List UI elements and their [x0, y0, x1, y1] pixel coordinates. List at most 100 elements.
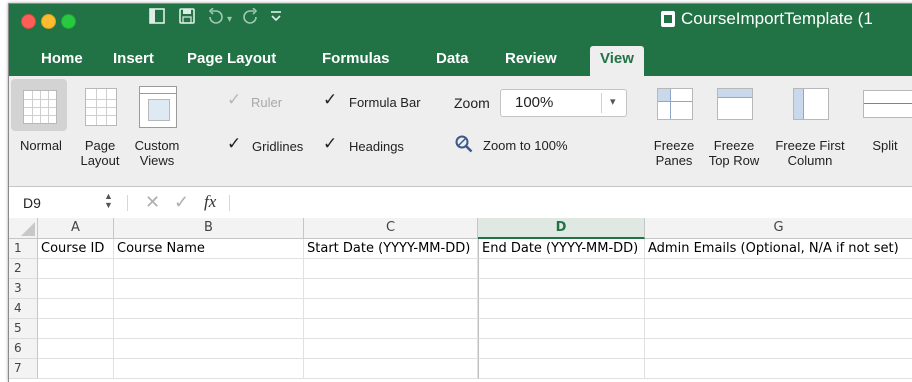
table-cell[interactable]: [38, 359, 114, 379]
page-layout-view-label-line1: Page: [84, 138, 116, 153]
minimize-window-button[interactable]: [41, 14, 56, 29]
tab-insert[interactable]: Insert: [113, 50, 154, 67]
formula-input[interactable]: [241, 191, 901, 213]
page-layout-view-label-line2: Layout: [80, 153, 120, 168]
freeze-panes-label-line2: Panes: [655, 153, 693, 168]
cancel-entry-icon[interactable]: ✕: [145, 192, 160, 213]
undo-icon[interactable]: [207, 7, 225, 29]
row-header-5[interactable]: 5: [9, 319, 38, 339]
freeze-panes-icon[interactable]: [657, 88, 693, 120]
custom-views-label-line1: Custom: [134, 138, 180, 153]
table-cell[interactable]: [304, 319, 478, 339]
name-box[interactable]: D9: [23, 195, 41, 211]
headings-checkbox[interactable]: ✓: [323, 134, 337, 154]
ruler-checkbox[interactable]: ✓: [227, 90, 241, 110]
freeze-top-row-icon[interactable]: [717, 88, 753, 120]
table-cell[interactable]: [478, 299, 645, 319]
toggle-ribbon-icon[interactable]: [149, 8, 165, 29]
cell-c1[interactable]: Start Date (YYYY-MM-DD): [304, 239, 478, 259]
zoom-label: Zoom: [454, 95, 490, 111]
table-cell[interactable]: [478, 359, 645, 379]
tab-page-layout[interactable]: Page Layout: [187, 50, 276, 67]
zoom-select[interactable]: 100% ▾: [500, 89, 627, 117]
column-header-d[interactable]: D: [478, 218, 645, 239]
zoom-to-100-button[interactable]: Zoom to 100%: [483, 138, 568, 153]
formula-bar-checkbox[interactable]: ✓: [323, 90, 337, 110]
table-cell[interactable]: [478, 339, 645, 359]
table-cell[interactable]: [304, 359, 478, 379]
table-cell[interactable]: [645, 279, 912, 299]
row-header-3[interactable]: 3: [9, 279, 38, 299]
table-cell[interactable]: [478, 319, 645, 339]
custom-views-icon[interactable]: [139, 86, 177, 128]
close-window-button[interactable]: [21, 14, 36, 29]
table-cell[interactable]: [478, 259, 645, 279]
table-cell[interactable]: [645, 299, 912, 319]
zoom-magnifier-icon[interactable]: [455, 135, 473, 158]
freeze-panes-label-line1: Freeze: [653, 138, 695, 153]
column-header-a[interactable]: A: [38, 218, 114, 239]
table-cell[interactable]: [645, 359, 912, 379]
insert-function-icon[interactable]: fx: [204, 192, 216, 212]
tab-formulas[interactable]: Formulas: [322, 50, 390, 67]
gridlines-checkbox[interactable]: ✓: [227, 134, 241, 154]
table-cell[interactable]: [304, 339, 478, 359]
table-cell[interactable]: [114, 259, 304, 279]
table-cell[interactable]: [38, 259, 114, 279]
row-header-2[interactable]: 2: [9, 259, 38, 279]
confirm-entry-icon[interactable]: ✓: [174, 192, 189, 213]
cell-g1[interactable]: Admin Emails (Optional, N/A if not set): [645, 239, 912, 259]
split-icon[interactable]: [863, 90, 912, 118]
table-cell[interactable]: [38, 279, 114, 299]
select-all-corner[interactable]: [9, 218, 38, 239]
table-cell[interactable]: [645, 319, 912, 339]
row-header-1[interactable]: 1: [9, 239, 38, 259]
table-cell[interactable]: [114, 319, 304, 339]
table-cell[interactable]: [114, 359, 304, 379]
headings-label: Headings: [349, 139, 404, 154]
column-header-c[interactable]: C: [304, 218, 478, 239]
save-icon[interactable]: [179, 8, 195, 29]
table-cell[interactable]: [114, 339, 304, 359]
undo-dropdown-icon[interactable]: ▾: [227, 14, 232, 25]
ribbon-tabs: Home Insert Page Layout Formulas Data Re…: [9, 46, 912, 76]
row-header-7[interactable]: 7: [9, 359, 38, 379]
cell-b1[interactable]: Course Name: [114, 239, 304, 259]
cell-d1[interactable]: End Date (YYYY-MM-DD): [478, 239, 645, 259]
ruler-label: Ruler: [251, 95, 283, 110]
custom-views-label-line2: Views: [139, 153, 175, 168]
redo-icon[interactable]: [241, 7, 259, 29]
table-cell[interactable]: [645, 339, 912, 359]
table-cell[interactable]: [304, 279, 478, 299]
table-cell[interactable]: [478, 279, 645, 299]
cell-a1[interactable]: Course ID: [38, 239, 114, 259]
table-cell[interactable]: [38, 319, 114, 339]
table-cell[interactable]: [114, 279, 304, 299]
table-cell[interactable]: [304, 259, 478, 279]
table-cell[interactable]: [114, 299, 304, 319]
window-title: CourseImportTemplate (1: [681, 9, 873, 28]
customize-dropdown-icon[interactable]: [269, 8, 283, 29]
tab-home[interactable]: Home: [41, 50, 83, 67]
table-cell[interactable]: [38, 299, 114, 319]
title-bar: ▾ CourseImportTemplate (1: [9, 4, 912, 46]
split-label: Split: [872, 138, 898, 153]
workbook-icon: [661, 11, 675, 27]
column-header-g[interactable]: G: [645, 218, 912, 239]
table-cell[interactable]: [304, 299, 478, 319]
column-header-b[interactable]: B: [114, 218, 304, 239]
table-cell[interactable]: [645, 259, 912, 279]
zoom-dropdown-icon: ▾: [610, 96, 616, 108]
row-header-4[interactable]: 4: [9, 299, 38, 319]
freeze-first-column-label-line2: Column: [787, 153, 833, 168]
normal-view-label: Normal: [20, 138, 62, 153]
table-cell[interactable]: [38, 339, 114, 359]
freeze-first-column-icon[interactable]: [793, 88, 829, 120]
tab-review[interactable]: Review: [505, 50, 557, 67]
name-box-stepper-icon[interactable]: ▲ ▼: [104, 192, 113, 210]
tab-view[interactable]: View: [590, 46, 644, 76]
row-header-6[interactable]: 6: [9, 339, 38, 359]
page-layout-view-icon[interactable]: [85, 88, 117, 126]
maximize-window-button[interactable]: [61, 14, 76, 29]
tab-data[interactable]: Data: [436, 50, 469, 67]
